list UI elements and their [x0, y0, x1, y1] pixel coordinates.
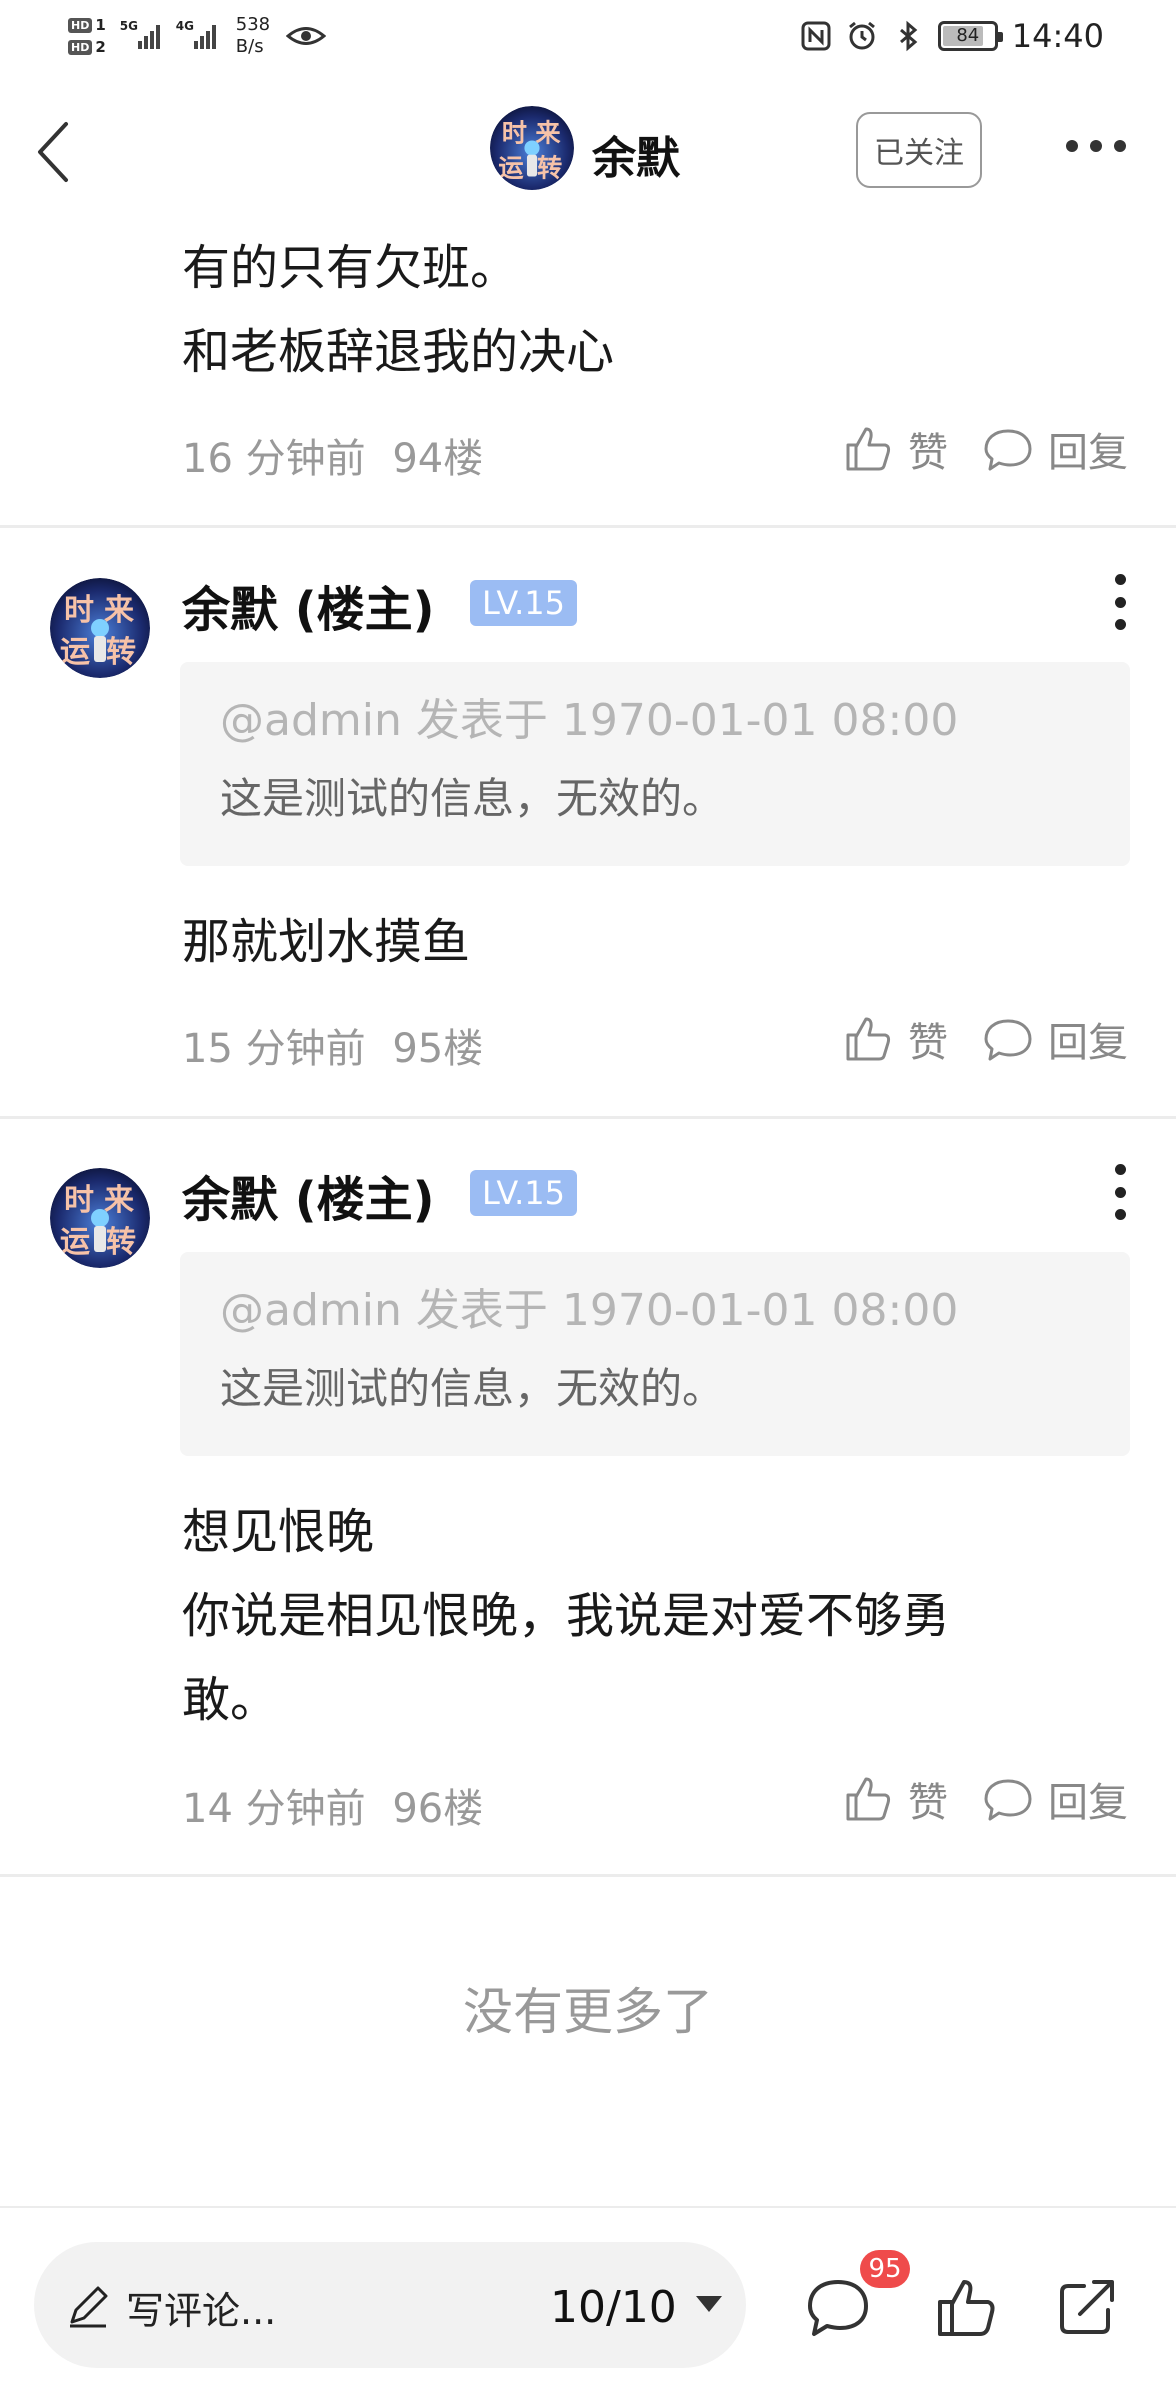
thumbs-up-icon	[846, 1017, 891, 1061]
user-name[interactable]: 余默 (楼主)	[182, 1160, 435, 1230]
comment-actions: 赞 回复	[842, 1010, 1128, 1068]
hd2-indicator: HD 2	[68, 38, 106, 56]
nav-title[interactable]: 余默	[592, 122, 680, 186]
avatar[interactable]: 时 来 运 转	[490, 106, 574, 190]
quote-body: 这是测试的信息，无效的。	[220, 774, 725, 823]
reply-button[interactable]: 回复	[982, 420, 1128, 478]
back-arrow-icon[interactable]	[30, 112, 78, 192]
battery-level: 84	[956, 25, 980, 46]
reply-button[interactable]: 回复	[982, 1010, 1128, 1068]
more-horizontal-icon[interactable]	[1066, 140, 1126, 160]
quoted-reply[interactable]: @admin 发表于 1970-01-01 08:00 这是测试的信息，无效的。	[180, 1252, 1130, 1456]
comment-line: 你说是相见恨晚，我说是对爱不够勇	[182, 1588, 951, 1644]
svg-text:来: 来	[104, 1183, 134, 1218]
comment-meta: 15 分钟前 95楼	[182, 1016, 483, 1074]
thumbs-up-icon	[846, 1777, 891, 1821]
battery-icon: 84	[937, 21, 1003, 51]
bluetooth-icon	[899, 20, 918, 52]
more-vertical-icon[interactable]	[1110, 1164, 1130, 1220]
level-badge: LV.15	[470, 580, 577, 626]
clock: 14:40	[1011, 17, 1104, 55]
svg-text:运: 运	[60, 1225, 90, 1260]
comment-time: 15 分钟前	[182, 1026, 366, 1072]
nfc-icon	[801, 21, 831, 51]
eye-icon	[286, 27, 327, 45]
like-button[interactable]: 赞	[842, 1770, 948, 1828]
level-badge: LV.15	[470, 1170, 577, 1216]
status-left: HD 1 HD 2 5G 4G 538 B/s	[68, 6, 327, 66]
comment-text: 想见恨晚 你说是相见恨晚，我说是对爱不够勇 敢。	[182, 1490, 950, 1742]
comment-floor: 96楼	[392, 1786, 484, 1832]
no-more-text: 没有更多了	[463, 1983, 713, 2041]
signal-5g-icon: 5G	[120, 19, 160, 49]
comment-time: 14 分钟前	[182, 1786, 366, 1832]
svg-text:运: 运	[498, 154, 524, 183]
svg-text:转: 转	[106, 1225, 136, 1260]
avatar[interactable]: 时 来 运 转	[50, 1168, 150, 1268]
quote-header: @admin 发表于 1970-01-01 08:00	[220, 695, 959, 746]
nav-bar: 时 来 运 转 余默 已关注	[0, 72, 1176, 228]
comment-meta: 16 分钟前 94楼	[182, 426, 483, 484]
comment-actions: 赞 回复	[842, 420, 1128, 478]
top-comment-text: 有的只有欠班。 和老板辞退我的决心	[182, 226, 614, 394]
comment-input[interactable]: 写评论... 10/10	[34, 2242, 746, 2368]
svg-text:转: 转	[106, 635, 136, 670]
bottom-bar: 写评论... 10/10 95	[0, 2206, 1176, 2400]
avatar[interactable]: 时 来 运 转	[50, 578, 150, 678]
comment-bubble-icon	[984, 429, 1032, 471]
hd1-indicator: HD 1	[68, 16, 106, 34]
svg-text:时: 时	[64, 1183, 94, 1218]
comment-input-placeholder: 写评论...	[126, 2289, 277, 2333]
comment-line: 敢。	[182, 1672, 279, 1728]
share-icon[interactable]	[1054, 2276, 1118, 2340]
comment-actions: 赞 回复	[842, 1770, 1128, 1828]
like-button[interactable]: 赞	[842, 420, 948, 478]
follow-button[interactable]: 已关注	[856, 112, 982, 188]
status-bar: HD 1 HD 2 5G 4G 538 B/s 84 14:40	[0, 0, 1176, 72]
comment-floor: 95楼	[392, 1026, 484, 1072]
page-indicator[interactable]: 10/10	[550, 2282, 677, 2333]
pencil-icon	[70, 2286, 108, 2328]
alarm-icon	[848, 21, 875, 50]
comment-bubble-icon	[984, 1019, 1032, 1061]
svg-text:来: 来	[104, 593, 134, 628]
hd-indicators: HD 1 HD 2	[68, 16, 106, 56]
divider	[0, 1116, 1176, 1119]
thumbs-up-icon[interactable]	[934, 2276, 998, 2340]
caret-down-icon[interactable]	[694, 2294, 724, 2314]
user-name[interactable]: 余默 (楼主)	[182, 570, 435, 640]
comment-bubble-icon	[984, 1779, 1032, 1821]
thumbs-up-icon	[846, 427, 891, 471]
network-speed: 538 B/s	[235, 14, 271, 57]
comment-meta: 14 分钟前 96楼	[182, 1776, 483, 1834]
comment-line: 想见恨晚	[182, 1504, 375, 1560]
svg-text:时: 时	[64, 593, 94, 628]
comment-floor: 94楼	[392, 436, 484, 482]
svg-text:运: 运	[60, 635, 90, 670]
reply-button[interactable]: 回复	[982, 1770, 1128, 1828]
divider	[0, 525, 1176, 528]
status-right: 84 14:40	[800, 14, 1104, 58]
svg-text:时: 时	[502, 118, 527, 147]
comment-time: 16 分钟前	[182, 436, 366, 482]
comment-line: 那就划水摸鱼	[182, 914, 471, 970]
svg-text:转: 转	[537, 154, 562, 183]
comment-line: 有的只有欠班。	[182, 240, 519, 296]
comment-bubble-icon[interactable]	[806, 2276, 870, 2340]
comment-line: 和老板辞退我的决心	[182, 324, 615, 380]
like-button[interactable]: 赞	[842, 1010, 948, 1068]
quoted-reply[interactable]: @admin 发表于 1970-01-01 08:00 这是测试的信息，无效的。	[180, 662, 1130, 866]
svg-text:来: 来	[535, 118, 561, 147]
quote-header: @admin 发表于 1970-01-01 08:00	[220, 1285, 959, 1336]
divider	[0, 1874, 1176, 1877]
quote-body: 这是测试的信息，无效的。	[220, 1364, 725, 1413]
comment-count-badge: 95	[860, 2250, 910, 2288]
comment-text: 那就划水摸鱼	[182, 900, 470, 984]
signal-4g-icon: 4G	[176, 19, 216, 49]
more-vertical-icon[interactable]	[1110, 574, 1130, 630]
